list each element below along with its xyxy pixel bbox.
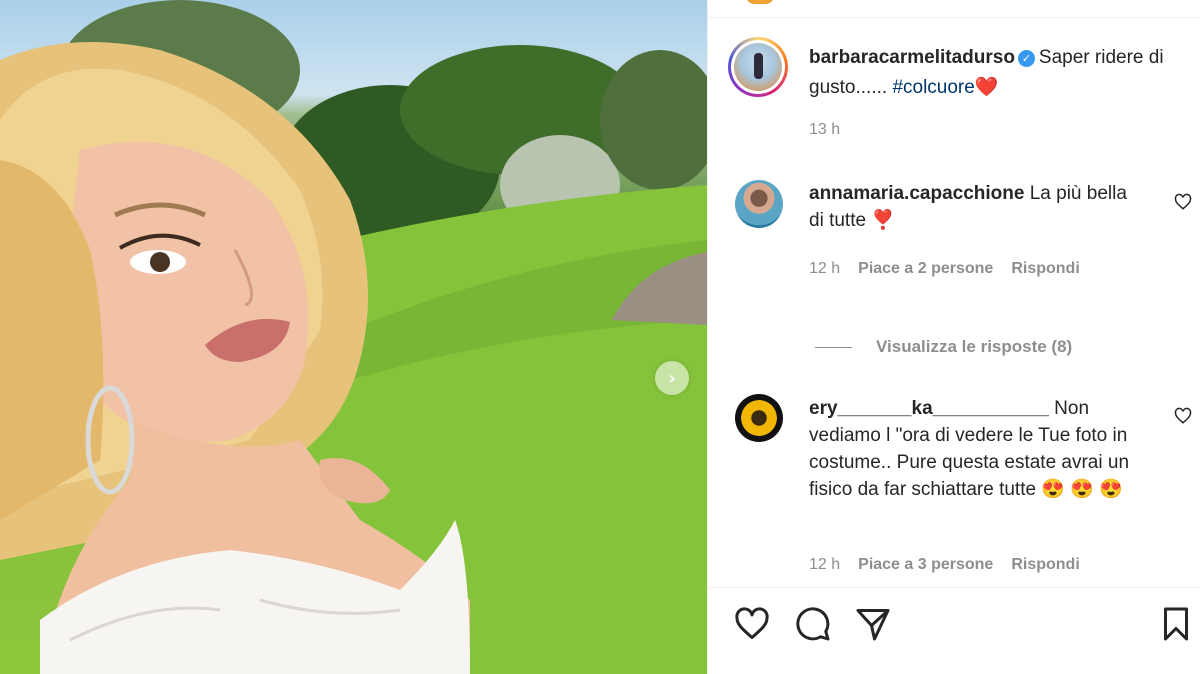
comment-icon[interactable] [795, 606, 831, 642]
verified-badge-icon: ✓ [1017, 50, 1035, 67]
next-photo-button[interactable]: › [655, 361, 689, 395]
comment-meta: 12 h Piace a 3 persone Rispondi [809, 556, 1080, 574]
commenter-avatar[interactable] [735, 180, 783, 228]
comment-username[interactable]: ery_______ka___________ [809, 398, 1049, 419]
reply-button[interactable]: Rispondi [1011, 260, 1079, 278]
comment-likes[interactable]: Piace a 2 persone [858, 260, 993, 278]
post-time[interactable]: 13 h [809, 121, 840, 139]
view-replies-button[interactable]: Visualizza le risposte (8) [815, 337, 1072, 357]
comments-panel: barbaracarmelitadurso ✓ Saper ridere di gu… [707, 0, 1200, 674]
reply-button[interactable]: Rispondi [1011, 556, 1079, 574]
paper-plane-icon[interactable] [855, 606, 891, 642]
comment-likes[interactable]: Piace a 3 persone [858, 556, 993, 574]
comment: ery_______ka___________ Non vediamo l "o… [809, 395, 1129, 503]
top-avatar-fragment [745, 0, 775, 4]
comment-like-heart-icon[interactable] [1174, 407, 1192, 425]
comment-like-heart-icon[interactable] [1174, 193, 1192, 211]
replies-line [815, 346, 852, 348]
caption-emoji: ❤️ [974, 77, 999, 98]
author-avatar[interactable] [728, 37, 788, 97]
bookmark-icon[interactable] [1158, 606, 1194, 642]
view-replies-label: Visualizza le risposte (8) [876, 337, 1073, 356]
commenter-avatar[interactable] [735, 394, 783, 442]
comment-meta: 12 h Piace a 2 persone Rispondi [809, 260, 1080, 278]
comment: annamaria.capacchione La più bella di tu… [809, 180, 1139, 234]
actions-divider [708, 587, 1200, 588]
comment-username[interactable]: annamaria.capacchione [809, 183, 1024, 204]
caption-hashtag[interactable]: #colcuore [892, 77, 974, 98]
photo-illustration [0, 0, 707, 674]
chevron-right-icon: › [668, 367, 676, 389]
post-caption: barbaracarmelitadurso ✓ Saper ridere di gu… [809, 43, 1179, 103]
author-username[interactable]: barbaracarmelitadurso [809, 47, 1015, 68]
heart-icon[interactable] [734, 606, 770, 642]
sunflower-avatar-image [741, 400, 777, 436]
comment-time[interactable]: 12 h [809, 260, 840, 278]
post-photo[interactable]: › [0, 0, 707, 674]
header-divider [708, 17, 1200, 18]
comment-time[interactable]: 12 h [809, 556, 840, 574]
